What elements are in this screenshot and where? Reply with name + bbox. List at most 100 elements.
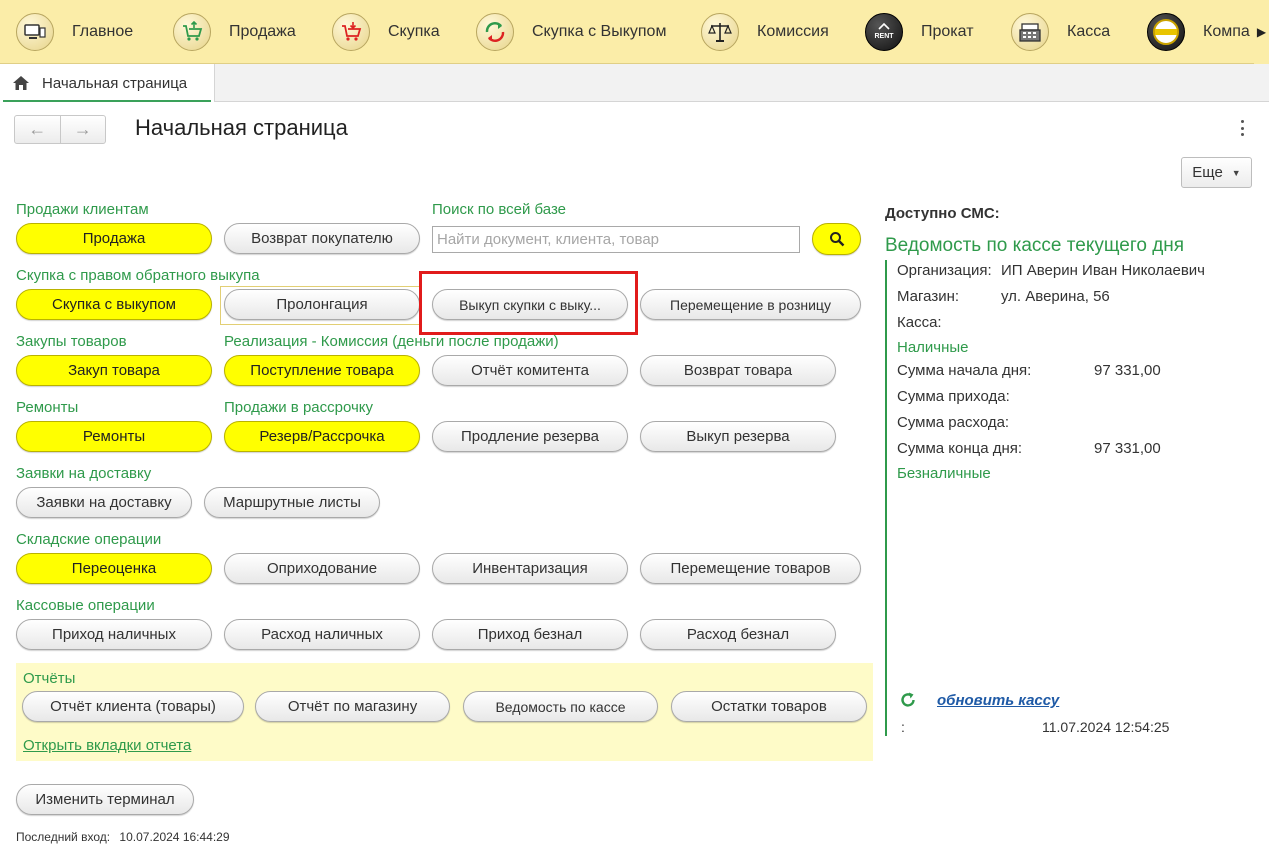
forward-button[interactable]: → [59, 116, 106, 143]
cash-register-icon [1011, 13, 1049, 51]
more-actions-icon[interactable] [1234, 118, 1250, 138]
nav-label: Прокат [921, 23, 974, 40]
reserve-redeem-button[interactable]: Выкуп резерва [640, 421, 836, 452]
last-login-label: Последний вход: [16, 830, 111, 844]
cashless-section-label: Безналичные [897, 465, 991, 482]
timestamp-colon: : [901, 719, 905, 735]
search-input[interactable] [432, 226, 800, 253]
nav-item-cash[interactable]: Касса [1011, 0, 1110, 64]
nav-item-rent[interactable]: RENT Прокат [865, 0, 974, 64]
section-delivery: Заявки на доставку [16, 465, 152, 482]
nav-item-main[interactable]: Главное [16, 0, 133, 64]
more-button[interactable]: Еще ▼ [1181, 157, 1252, 188]
open-report-tabs-link[interactable]: Открыть вкладки отчета [23, 737, 191, 754]
rent-badge-text: RENT [874, 33, 894, 40]
section-cash-ops: Кассовые операции [16, 597, 155, 614]
refresh-timestamp: 11.07.2024 12:54:25 [1042, 719, 1170, 735]
cart-up-icon [173, 13, 211, 51]
highlight-box [419, 271, 638, 335]
nav-item-company[interactable]: Компа [1147, 0, 1250, 64]
last-login-value: 10.07.2024 16:44:29 [119, 830, 230, 844]
reserve-button[interactable]: Резерв/Рассрочка [224, 421, 420, 452]
section-nav: Главное Продажа Скупка Скупка с Выкупом … [0, 0, 1254, 64]
customer-return-button[interactable]: Возврат покупателю [224, 223, 420, 254]
nav-label: Скупка с Выкупом [532, 23, 667, 40]
more-button-label: Еще [1192, 164, 1223, 181]
shop-value: ул. Аверина, 56 [1001, 288, 1110, 305]
cash-in-button[interactable]: Приход наличных [16, 619, 212, 650]
nav-label: Скупка [388, 23, 440, 40]
nav-item-commission[interactable]: Комиссия [701, 0, 829, 64]
back-button[interactable]: ← [15, 116, 60, 143]
tab-home[interactable]: Начальная страница [0, 64, 215, 102]
start-sum-label: Сумма начала дня: [897, 362, 1032, 379]
nav-label: Касса [1067, 23, 1111, 40]
nav-label: Компа [1203, 23, 1250, 40]
cashless-out-button[interactable]: Расход безнал [640, 619, 836, 650]
section-installments: Продажи в рассрочку [224, 399, 374, 416]
purchase-button[interactable]: Закуп товара [16, 355, 212, 386]
nav-label: Главное [72, 23, 134, 40]
delivery-requests-button[interactable]: Заявки на доставку [16, 487, 192, 518]
nav-item-sales[interactable]: Продажа [173, 0, 296, 64]
cash-statement-title: Ведомость по кассе текущего дня [885, 235, 1185, 256]
last-login: Последний вход: 10.07.2024 16:44:29 [16, 830, 230, 844]
sms-available-label: Доступно СМС: [885, 205, 1000, 222]
section-commission: Реализация - Комиссия (деньги после прод… [224, 333, 559, 350]
consignor-report-button[interactable]: Отчёт комитента [432, 355, 628, 386]
rent-icon: RENT [865, 13, 903, 51]
cart-down-icon [332, 13, 370, 51]
shop-report-button[interactable]: Отчёт по магазину [255, 691, 450, 722]
section-reports: Отчёты [23, 670, 76, 687]
inventory-button[interactable]: Инвентаризация [432, 553, 628, 584]
page-title: Начальная страница [135, 115, 348, 140]
client-report-button[interactable]: Отчёт клиента (товары) [22, 691, 244, 722]
sale-button[interactable]: Продажа [16, 223, 212, 254]
refresh-icon[interactable] [899, 691, 917, 709]
route-sheets-button[interactable]: Маршрутные листы [204, 487, 380, 518]
income-sum-label: Сумма прихода: [897, 388, 1010, 405]
monitor-icon [16, 13, 54, 51]
buyback-button[interactable]: Скупка с выкупом [16, 289, 212, 320]
posting-button[interactable]: Оприходование [224, 553, 420, 584]
nav-item-buyup-redeem[interactable]: Скупка с Выкупом [476, 0, 666, 64]
move-to-retail-button[interactable]: Перемещение в розницу [640, 289, 861, 320]
section-repairs: Ремонты [16, 399, 79, 416]
prolongation-button[interactable]: Пролонгация [224, 289, 420, 320]
section-search: Поиск по всей базе [432, 201, 567, 218]
repairs-button[interactable]: Ремонты [16, 421, 212, 452]
history-navigation: ← → [14, 115, 106, 144]
change-terminal-button[interactable]: Изменить терминал [16, 784, 194, 815]
reserve-extend-button[interactable]: Продление резерва [432, 421, 628, 452]
org-label: Организация: [897, 262, 992, 279]
stock-report-button[interactable]: Остатки товаров [671, 691, 867, 722]
shop-label: Магазин: [897, 288, 960, 305]
section-purchases: Закупы товаров [16, 333, 127, 350]
goods-receipt-button[interactable]: Поступление товара [224, 355, 420, 386]
refresh-cash-link[interactable]: обновить кассу [937, 692, 1059, 709]
cash-section-label: Наличные [897, 339, 969, 356]
section-buyback: Скупка с правом обратного выкупа [16, 267, 260, 284]
home-icon [12, 75, 30, 91]
scales-icon [701, 13, 739, 51]
cash-out-button[interactable]: Расход наличных [224, 619, 420, 650]
nav-scroll-right-button[interactable]: ▶ [1254, 0, 1269, 64]
expense-sum-label: Сумма расхода: [897, 414, 1010, 431]
revaluation-button[interactable]: Переоценка [16, 553, 212, 584]
cashless-in-button[interactable]: Приход безнал [432, 619, 628, 650]
search-button[interactable] [812, 223, 861, 255]
goods-return-button[interactable]: Возврат товара [640, 355, 836, 386]
nav-label: Продажа [229, 23, 296, 40]
nav-item-buyup[interactable]: Скупка [332, 0, 440, 64]
end-sum-label: Сумма конца дня: [897, 440, 1023, 457]
section-warehouse: Складские операции [16, 531, 162, 548]
statement-divider [885, 260, 887, 736]
open-tabs-bar: Начальная страница [0, 64, 1269, 102]
move-goods-button[interactable]: Перемещение товаров [640, 553, 861, 584]
start-sum-value: 97 331,00 [1094, 362, 1161, 379]
cash-register-label: Касса: [897, 314, 942, 331]
nav-label: Комиссия [757, 23, 829, 40]
company-logo-icon [1147, 13, 1185, 51]
end-sum-value: 97 331,00 [1094, 440, 1161, 457]
cash-statement-button[interactable]: Ведомость по кассе [463, 691, 658, 722]
